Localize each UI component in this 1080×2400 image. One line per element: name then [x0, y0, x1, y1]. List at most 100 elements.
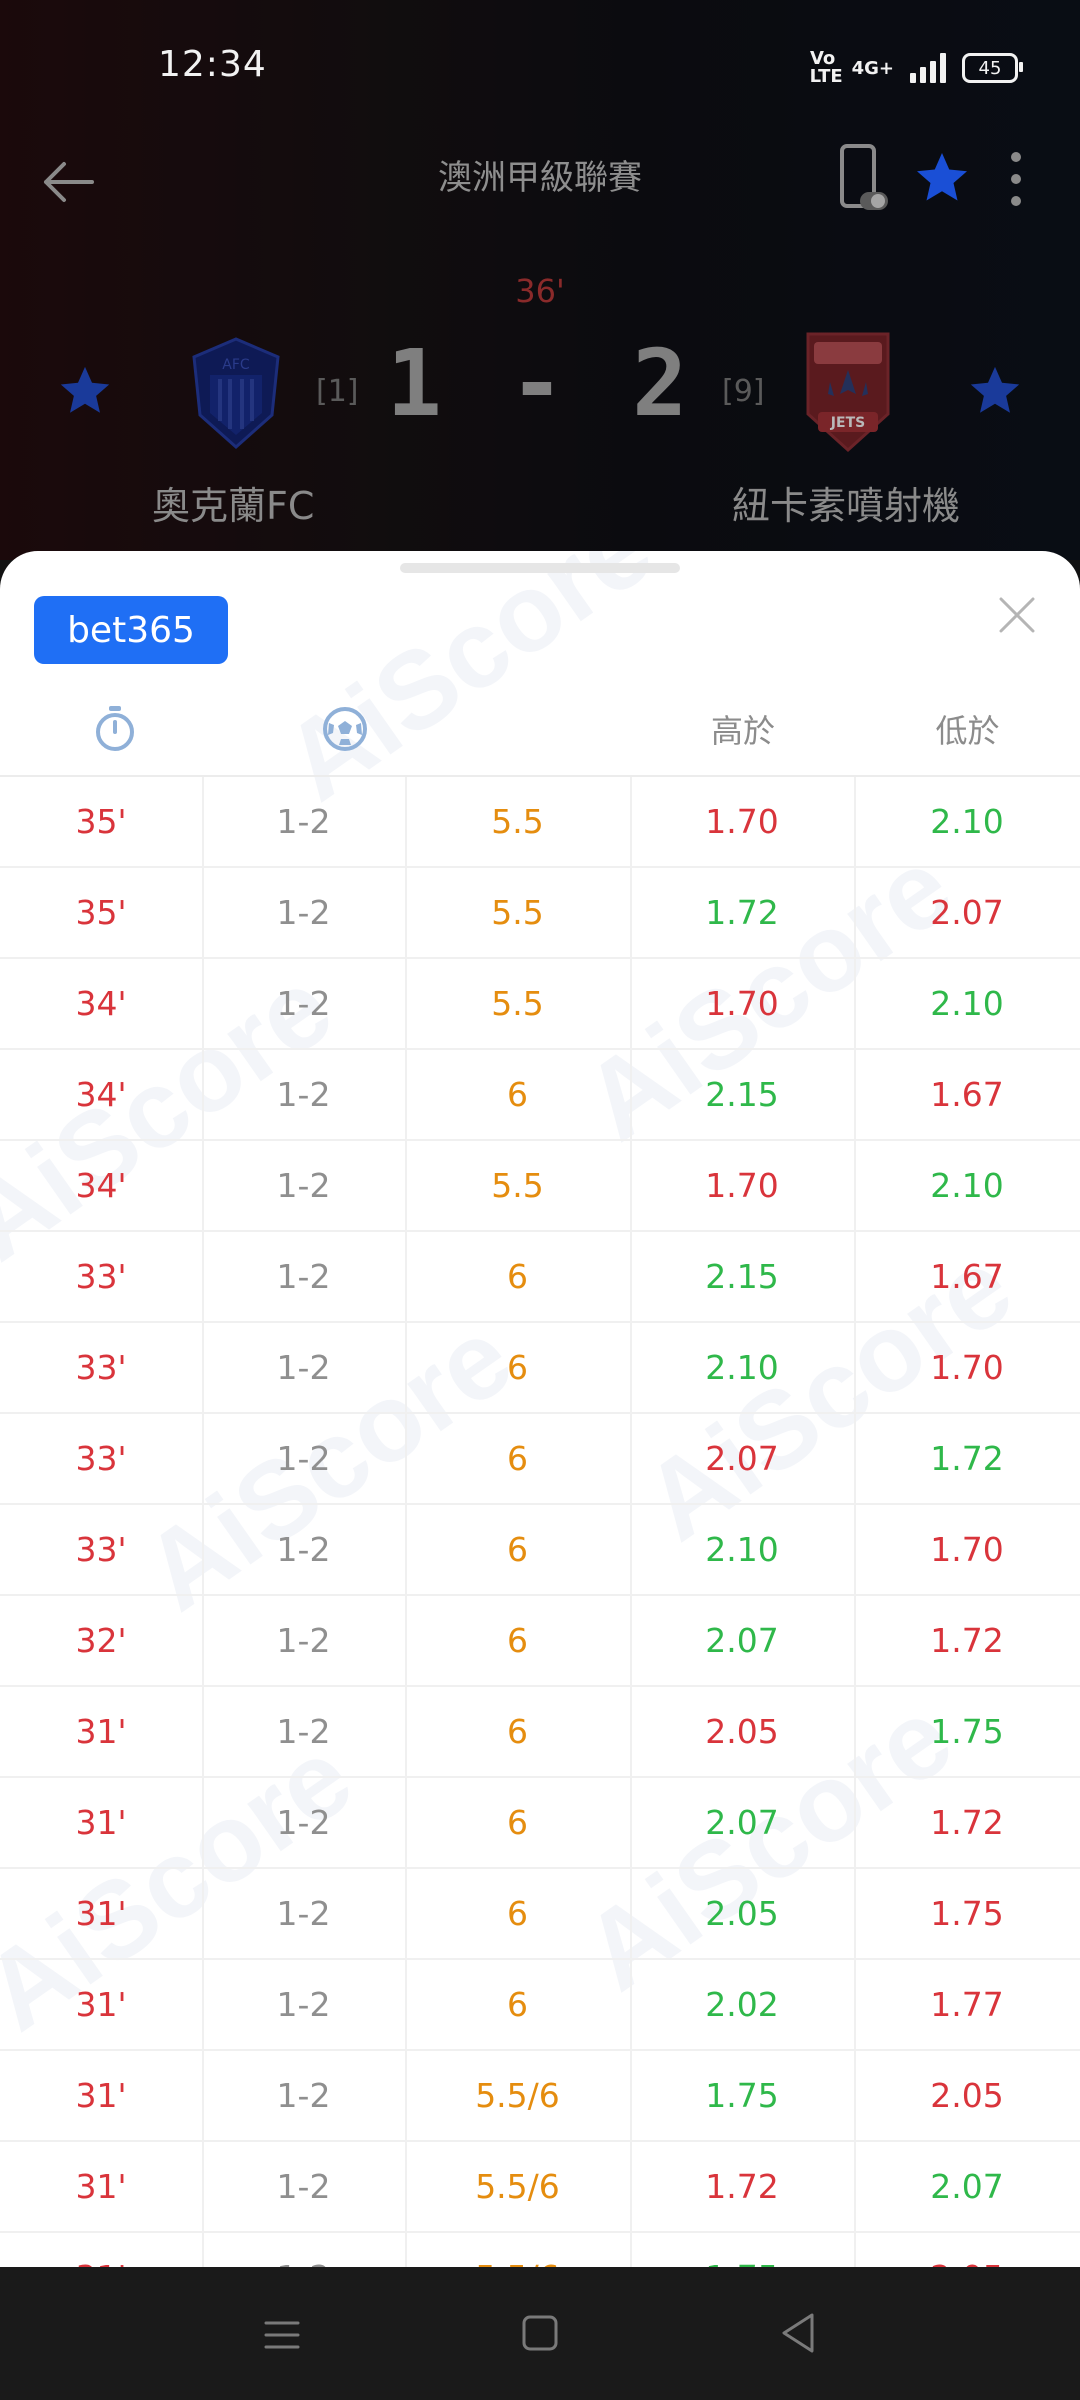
- bookmaker-badge[interactable]: bet365: [34, 596, 228, 664]
- odds-row: 32' 1-2 6 2.07 1.72: [0, 1596, 1080, 1687]
- row-line: 5.5: [491, 802, 544, 841]
- odds-row: 31' 1-2 5.5/6 1.75 2.05: [0, 2051, 1080, 2142]
- row-under-odds: 2.10: [930, 984, 1004, 1023]
- away-team-name[interactable]: 紐卡素噴射機: [732, 475, 960, 530]
- row-under-odds: 1.72: [930, 1439, 1004, 1478]
- row-line: 5.5: [491, 893, 544, 932]
- row-score: 1-2: [276, 1166, 331, 1205]
- row-score: 1-2: [276, 1075, 331, 1114]
- match-score: 1 - 2: [386, 330, 694, 437]
- battery-icon: 45: [962, 53, 1023, 83]
- row-line: 6: [507, 1803, 528, 1842]
- row-score: 1-2: [276, 1985, 331, 2024]
- odds-row: 31' 1-2 6 2.05 1.75: [0, 1869, 1080, 1960]
- sheet-drag-handle[interactable]: [400, 563, 680, 573]
- row-over-odds: 2.07: [705, 1621, 779, 1660]
- row-line: 5.5/6: [475, 2076, 560, 2115]
- away-favorite-star-icon[interactable]: [966, 362, 1024, 420]
- close-icon[interactable]: [995, 593, 1039, 637]
- odds-table-header: 高於 低於: [0, 683, 1080, 777]
- row-over-odds: 2.10: [705, 1348, 779, 1387]
- row-under-odds: 1.75: [930, 1712, 1004, 1751]
- row-line: 5.5/6: [405, 2233, 630, 2267]
- row-over-odds: 1.72: [705, 893, 779, 932]
- row-score: 1-2: [276, 1257, 331, 1296]
- row-line: 5.5: [491, 1166, 544, 1205]
- volte-icon: Vo LTE: [809, 48, 843, 87]
- home-logo-text: AFC: [222, 357, 250, 373]
- battery-level: 45: [978, 57, 1002, 79]
- back-triangle-icon[interactable]: [778, 2311, 818, 2355]
- odds-row: 33' 1-2 6 2.10 1.70: [0, 1323, 1080, 1414]
- row-minute: 31': [75, 1712, 127, 1751]
- row-under-odds: 1.67: [930, 1257, 1004, 1296]
- row-over-odds: 1.75: [630, 2233, 854, 2267]
- row-over-odds: 2.15: [705, 1075, 779, 1114]
- home-icon[interactable]: [520, 2313, 560, 2353]
- row-over-odds: 1.75: [705, 2076, 779, 2115]
- row-minute: 34': [75, 1075, 127, 1114]
- row-score: 1-2: [276, 1621, 331, 1660]
- row-under-odds: 2.07: [930, 2167, 1004, 2206]
- home-team-name[interactable]: 奧克蘭FC: [152, 475, 314, 530]
- row-under-odds: 2.10: [930, 1166, 1004, 1205]
- row-score: 1-2: [276, 984, 331, 1023]
- row-under-odds: 1.67: [930, 1075, 1004, 1114]
- row-score: 1-2: [276, 1712, 331, 1751]
- odds-bottom-sheet: AiScore AiScore AiScore AiScore AiScore …: [0, 551, 1080, 2267]
- row-minute: 34': [75, 984, 127, 1023]
- row-under-odds: 1.72: [930, 1621, 1004, 1660]
- network-type: 4G+: [851, 57, 894, 79]
- system-navigation-bar: [0, 2267, 1080, 2400]
- row-minute: 35': [75, 893, 127, 932]
- row-over-odds: 2.10: [705, 1530, 779, 1569]
- row-line: 6: [507, 1894, 528, 1933]
- row-under-odds: 1.70: [930, 1348, 1004, 1387]
- row-over-odds: 2.02: [705, 1985, 779, 2024]
- row-score: 1-2: [276, 1530, 331, 1569]
- row-score: 1-2: [276, 2167, 331, 2206]
- row-under-odds: 1.72: [930, 1803, 1004, 1842]
- col-under: 低於: [935, 712, 1000, 750]
- row-line: 5.5/6: [475, 2167, 560, 2206]
- favorite-star-icon[interactable]: [912, 148, 972, 208]
- odds-row: 33' 1-2 6 2.10 1.70: [0, 1505, 1080, 1596]
- row-minute: 32': [75, 1621, 127, 1660]
- row-over-odds: 2.05: [705, 1894, 779, 1933]
- row-score: 1-2: [276, 1439, 331, 1478]
- row-under-odds: 2.05: [854, 2233, 1080, 2267]
- phone-toggle-icon[interactable]: [838, 140, 888, 218]
- status-bar: 12:34 Vo LTE 4G+ 45: [0, 0, 1080, 130]
- row-over-odds: 1.70: [705, 1166, 779, 1205]
- home-team-rank: [1]: [316, 374, 359, 409]
- home-favorite-star-icon[interactable]: [56, 362, 114, 420]
- row-line: 6: [507, 1530, 528, 1569]
- row-minute: 33': [75, 1530, 127, 1569]
- row-line: 6: [507, 1075, 528, 1114]
- odds-table-body[interactable]: 35' 1-2 5.5 1.70 2.10 35' 1-2 5.5 1.72 2.07 34' 1-2…: [0, 777, 1080, 2267]
- status-icons: Vo LTE 4G+ 45: [809, 48, 1023, 87]
- row-over-odds: 1.70: [705, 802, 779, 841]
- row-under-odds: 1.77: [930, 1985, 1004, 2024]
- recent-apps-icon[interactable]: [262, 2315, 302, 2355]
- row-line: 6: [507, 1439, 528, 1478]
- row-minute: 33': [75, 1257, 127, 1296]
- match-minute: 36': [515, 272, 565, 310]
- col-over: 高於: [710, 712, 775, 750]
- more-options-icon[interactable]: [1004, 146, 1028, 210]
- odds-row: 34' 1-2 5.5 1.70 2.10: [0, 1141, 1080, 1232]
- odds-row: 31' 1-2 6 2.02 1.77: [0, 1960, 1080, 2051]
- away-logo-text: JETS: [830, 415, 865, 431]
- row-score: 1-2: [276, 1803, 331, 1842]
- away-team-rank: [9]: [722, 374, 765, 409]
- row-line: 6: [507, 1621, 528, 1660]
- row-score: 1-2: [276, 802, 331, 841]
- odds-row: 31' 1-2 6 2.05 1.75: [0, 1687, 1080, 1778]
- col-score: [230, 683, 460, 775]
- row-score: 1-2: [276, 1894, 331, 1933]
- top-app-bar: 澳洲甲級聯賽: [0, 130, 1080, 230]
- odds-row: 35' 1-2 5.5 1.72 2.07: [0, 868, 1080, 959]
- row-minute: 31': [0, 2233, 202, 2267]
- row-minute: 31': [75, 2167, 127, 2206]
- row-over-odds: 2.07: [705, 1803, 779, 1842]
